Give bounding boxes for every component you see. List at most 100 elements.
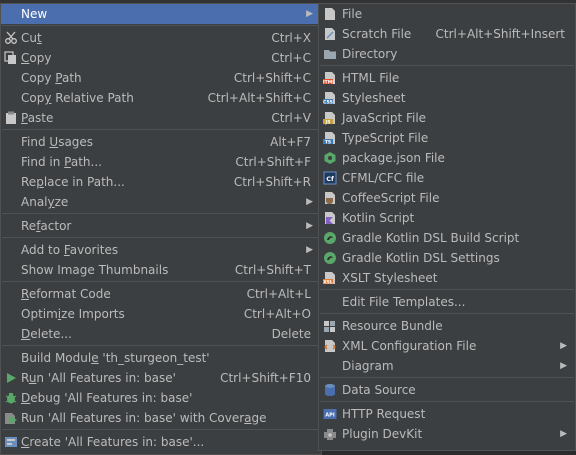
scratch-file-icon — [323, 27, 337, 41]
new-item-data-source[interactable]: Data Source — [319, 380, 575, 400]
menu-item-add-to-favorites[interactable]: Add to Favorites ▶ — [1, 240, 321, 260]
shortcut-label: Ctrl+Shift+F — [235, 155, 311, 169]
menu-item-label: Stylesheet — [342, 91, 406, 105]
submenu-arrow-icon: ▶ — [560, 361, 567, 371]
menu-item-label: Copy Path — [21, 71, 82, 85]
menu-item-find-in-path[interactable]: Find in Path... Ctrl+Shift+F — [1, 152, 321, 172]
menu-item-run-all-features-in-base-with-coverage[interactable]: Run 'All Features in: base' with Coverag… — [1, 408, 321, 428]
menu-item-copy-relative-path[interactable]: Copy Relative Path Ctrl+Alt+Shift+C — [1, 88, 321, 108]
menu-item-label: Create 'All Features in: base'... — [21, 435, 205, 449]
menu-separator — [320, 65, 574, 66]
menu-item-label: Run 'All Features in: base' — [21, 371, 176, 385]
menu-item-replace-in-path[interactable]: Replace in Path... Ctrl+Shift+R — [1, 172, 321, 192]
svg-text:HTML: HTML — [323, 79, 335, 85]
svg-text:CSS: CSS — [323, 99, 333, 105]
resource-bundle-icon — [323, 319, 337, 333]
menu-item-label: New — [21, 7, 48, 21]
copy-icon — [4, 51, 18, 65]
menu-item-label: Copy Relative Path — [21, 91, 134, 105]
menu-item-paste[interactable]: Paste Ctrl+V — [1, 108, 321, 128]
new-item-file[interactable]: File — [319, 4, 575, 24]
submenu-arrow-icon: ▶ — [306, 245, 313, 255]
menu-item-label: XSLT Stylesheet — [342, 271, 438, 285]
menu-item-delete[interactable]: Delete... Delete — [1, 324, 321, 344]
new-item-xml-configuration-file[interactable]: XML Configuration File ▶ — [319, 336, 575, 356]
shortcut-label: Ctrl+Shift+F10 — [220, 371, 311, 385]
new-item-coffeescript-file[interactable]: CoffeeScript File — [319, 188, 575, 208]
menu-item-debug-all-features-in-base[interactable]: Debug 'All Features in: base' — [1, 388, 321, 408]
cfml-icon: Cf — [323, 171, 337, 185]
new-item-package-json-file[interactable]: package.json File — [319, 148, 575, 168]
menu-separator — [2, 25, 320, 26]
new-item-http-request[interactable]: API HTTP Request — [319, 404, 575, 424]
menu-separator — [320, 313, 574, 314]
new-item-resource-bundle[interactable]: Resource Bundle — [319, 316, 575, 336]
menu-item-run-all-features-in-base[interactable]: Run 'All Features in: base' Ctrl+Shift+F1… — [1, 368, 321, 388]
database-icon — [323, 383, 337, 397]
menu-item-label: Replace in Path... — [21, 175, 125, 189]
menu-separator — [2, 345, 320, 346]
menu-separator — [2, 281, 320, 282]
new-item-edit-file-templates[interactable]: Edit File Templates... — [319, 292, 575, 312]
menu-item-label: Refactor — [21, 219, 72, 233]
menu-item-new[interactable]: New ▶ — [1, 4, 321, 24]
menu-item-optimize-imports[interactable]: Optimize Imports Ctrl+Alt+O — [1, 304, 321, 324]
kotlin-icon — [323, 211, 337, 225]
menu-item-copy[interactable]: Copy Ctrl+C — [1, 48, 321, 68]
run-icon — [4, 371, 18, 385]
menu-item-refactor[interactable]: Refactor ▶ — [1, 216, 321, 236]
new-item-plugin-devkit[interactable]: Plugin DevKit ▶ — [319, 424, 575, 444]
shortcut-label: Ctrl+C — [271, 51, 311, 65]
new-item-gradle-kotlin-dsl-build-script[interactable]: Gradle Kotlin DSL Build Script — [319, 228, 575, 248]
menu-item-label: HTML File — [342, 71, 400, 85]
html-file-icon: HTML — [321, 71, 337, 85]
new-item-diagram[interactable]: Diagram ▶ — [319, 356, 575, 376]
menu-item-label: JavaScript File — [342, 111, 427, 125]
shortcut-label: Ctrl+Shift+R — [233, 175, 311, 189]
new-item-scratch-file[interactable]: Scratch File Ctrl+Alt+Shift+Insert — [319, 24, 575, 44]
new-item-html-file[interactable]: HTML HTML File — [319, 68, 575, 88]
menu-item-label: XML Configuration File — [342, 339, 477, 353]
debug-icon — [4, 391, 18, 405]
menu-item-label: CFML/CFC file — [342, 171, 425, 185]
new-item-gradle-kotlin-dsl-settings[interactable]: Gradle Kotlin DSL Settings — [319, 248, 575, 268]
new-item-directory[interactable]: Directory — [319, 44, 575, 64]
new-item-cfml-cfc-file[interactable]: Cf CFML/CFC file — [319, 168, 575, 188]
menu-item-reformat-code[interactable]: Reformat Code Ctrl+Alt+L — [1, 284, 321, 304]
shortcut-label: Ctrl+X — [271, 31, 311, 45]
menu-item-label: Gradle Kotlin DSL Settings — [342, 251, 500, 265]
menu-item-label: File — [342, 7, 363, 21]
menu-item-label: TypeScript File — [342, 131, 429, 145]
menu-item-find-usages[interactable]: Find Usages Alt+F7 — [1, 132, 321, 152]
menu-item-label: HTTP Request — [342, 407, 426, 421]
menu-item-analyze[interactable]: Analyze ▶ — [1, 192, 321, 212]
folder-icon — [323, 47, 337, 61]
new-item-typescript-file[interactable]: TS TypeScript File — [319, 128, 575, 148]
shortcut-label: Ctrl+Shift+C — [233, 71, 311, 85]
menu-item-build-module-th-sturgeon-test[interactable]: Build Module 'th_sturgeon_test' — [1, 348, 321, 368]
coverage-icon — [4, 411, 18, 425]
create-config-icon — [4, 435, 18, 449]
shortcut-label: Delete — [271, 327, 311, 341]
new-item-stylesheet[interactable]: CSS Stylesheet — [319, 88, 575, 108]
menu-item-label: Edit File Templates... — [342, 295, 466, 309]
menu-item-label: Data Source — [342, 383, 416, 397]
menu-item-cut[interactable]: Cut Ctrl+X — [1, 28, 321, 48]
menu-item-label: CoffeeScript File — [342, 191, 440, 205]
new-item-xslt-stylesheet[interactable]: XSL XSLT Stylesheet — [319, 268, 575, 288]
menu-item-label: Resource Bundle — [342, 319, 443, 333]
menu-item-copy-path[interactable]: Copy Path Ctrl+Shift+C — [1, 68, 321, 88]
menu-item-show-image-thumbnails[interactable]: Show Image Thumbnails Ctrl+Shift+T — [1, 260, 321, 280]
menu-item-create-all-features-in-base[interactable]: Create 'All Features in: base'... — [1, 432, 321, 452]
shortcut-label: Ctrl+Alt+L — [246, 287, 311, 301]
menu-separator — [320, 289, 574, 290]
menu-item-label: Analyze — [21, 195, 69, 209]
menu-item-label: Delete... — [21, 327, 72, 341]
new-item-javascript-file[interactable]: JS JavaScript File — [319, 108, 575, 128]
menu-item-label: Directory — [342, 47, 398, 61]
shortcut-label: Ctrl+Alt+O — [243, 307, 311, 321]
svg-text:Cf: Cf — [326, 175, 334, 183]
api-icon: API — [323, 407, 337, 421]
new-item-kotlin-script[interactable]: Kotlin Script — [319, 208, 575, 228]
menu-item-label: Kotlin Script — [342, 211, 415, 225]
